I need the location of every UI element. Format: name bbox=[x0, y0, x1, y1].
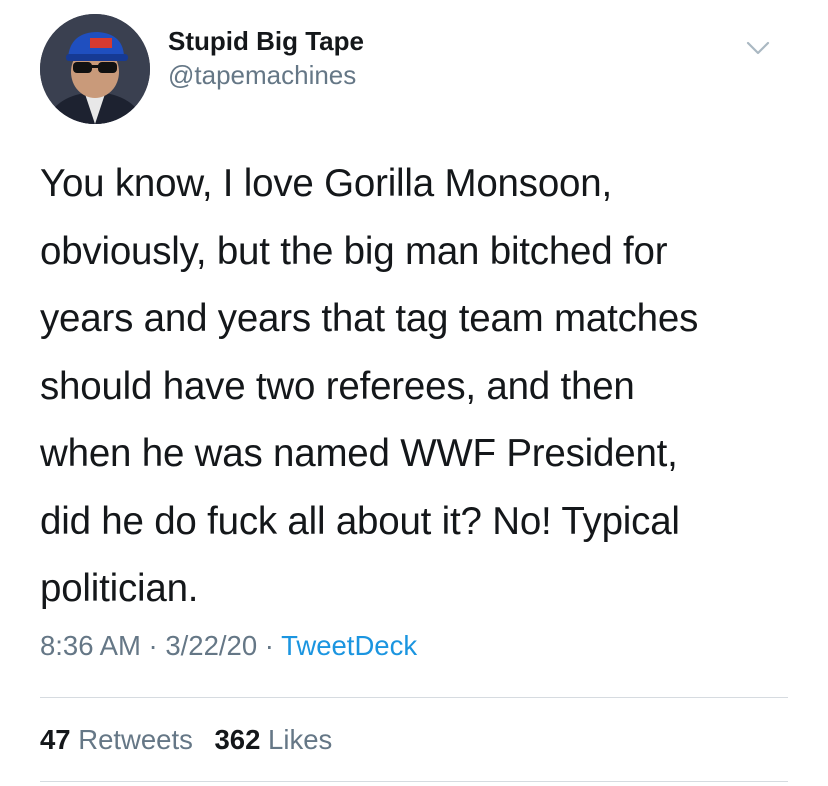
meta-separator: · bbox=[140, 630, 166, 661]
chevron-down-icon[interactable] bbox=[744, 34, 772, 62]
retweets-stat[interactable]: 47 Retweets bbox=[40, 724, 193, 755]
tweet-source-link[interactable]: TweetDeck bbox=[281, 630, 417, 661]
user-handle[interactable]: @tapemachines bbox=[168, 58, 364, 92]
tweet-line: when he was named WWF President, bbox=[40, 432, 678, 475]
likes-label: Likes bbox=[268, 724, 333, 755]
retweets-label: Retweets bbox=[78, 724, 193, 755]
divider bbox=[40, 781, 788, 782]
likes-count: 362 bbox=[214, 724, 261, 755]
tweet-stats: 47 Retweets 362 Likes bbox=[40, 720, 346, 760]
tweet-date[interactable]: 3/22/20 bbox=[165, 630, 257, 661]
tweet-line: years and years that tag team matches bbox=[40, 297, 699, 340]
divider bbox=[40, 697, 788, 698]
meta-separator: · bbox=[257, 630, 282, 661]
tweet-line: You know, I love Gorilla Monsoon, bbox=[40, 162, 612, 205]
display-name[interactable]: Stupid Big Tape bbox=[168, 24, 364, 58]
likes-stat[interactable]: 362 Likes bbox=[215, 724, 333, 755]
tweet-time[interactable]: 8:36 AM bbox=[40, 630, 141, 661]
tweet-text: You know, I love Gorilla Monsoon, obviou… bbox=[40, 150, 800, 623]
user-names: Stupid Big Tape @tapemachines bbox=[168, 24, 364, 92]
tweet-line: obviously, but the big man bitched for bbox=[40, 229, 668, 273]
avatar[interactable] bbox=[40, 14, 150, 124]
tweet-line: did he do fuck all about it? No! Typical bbox=[40, 499, 680, 543]
tweet-header: Stupid Big Tape @tapemachines bbox=[0, 0, 828, 130]
tweet-meta: 8:36 AM · 3/22/20 · TweetDeck bbox=[40, 626, 417, 666]
tweet-line: politician. bbox=[40, 567, 199, 610]
tweet-line: should have two referees, and then bbox=[40, 364, 635, 408]
retweets-count: 47 bbox=[40, 724, 71, 755]
